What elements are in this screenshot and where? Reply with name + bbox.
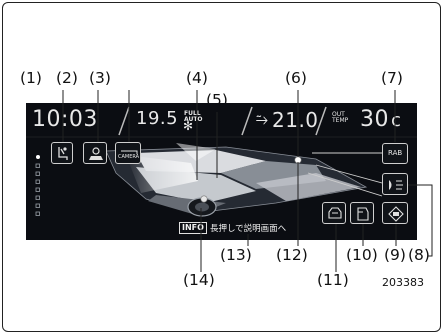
leader-lines	[62, 90, 433, 272]
